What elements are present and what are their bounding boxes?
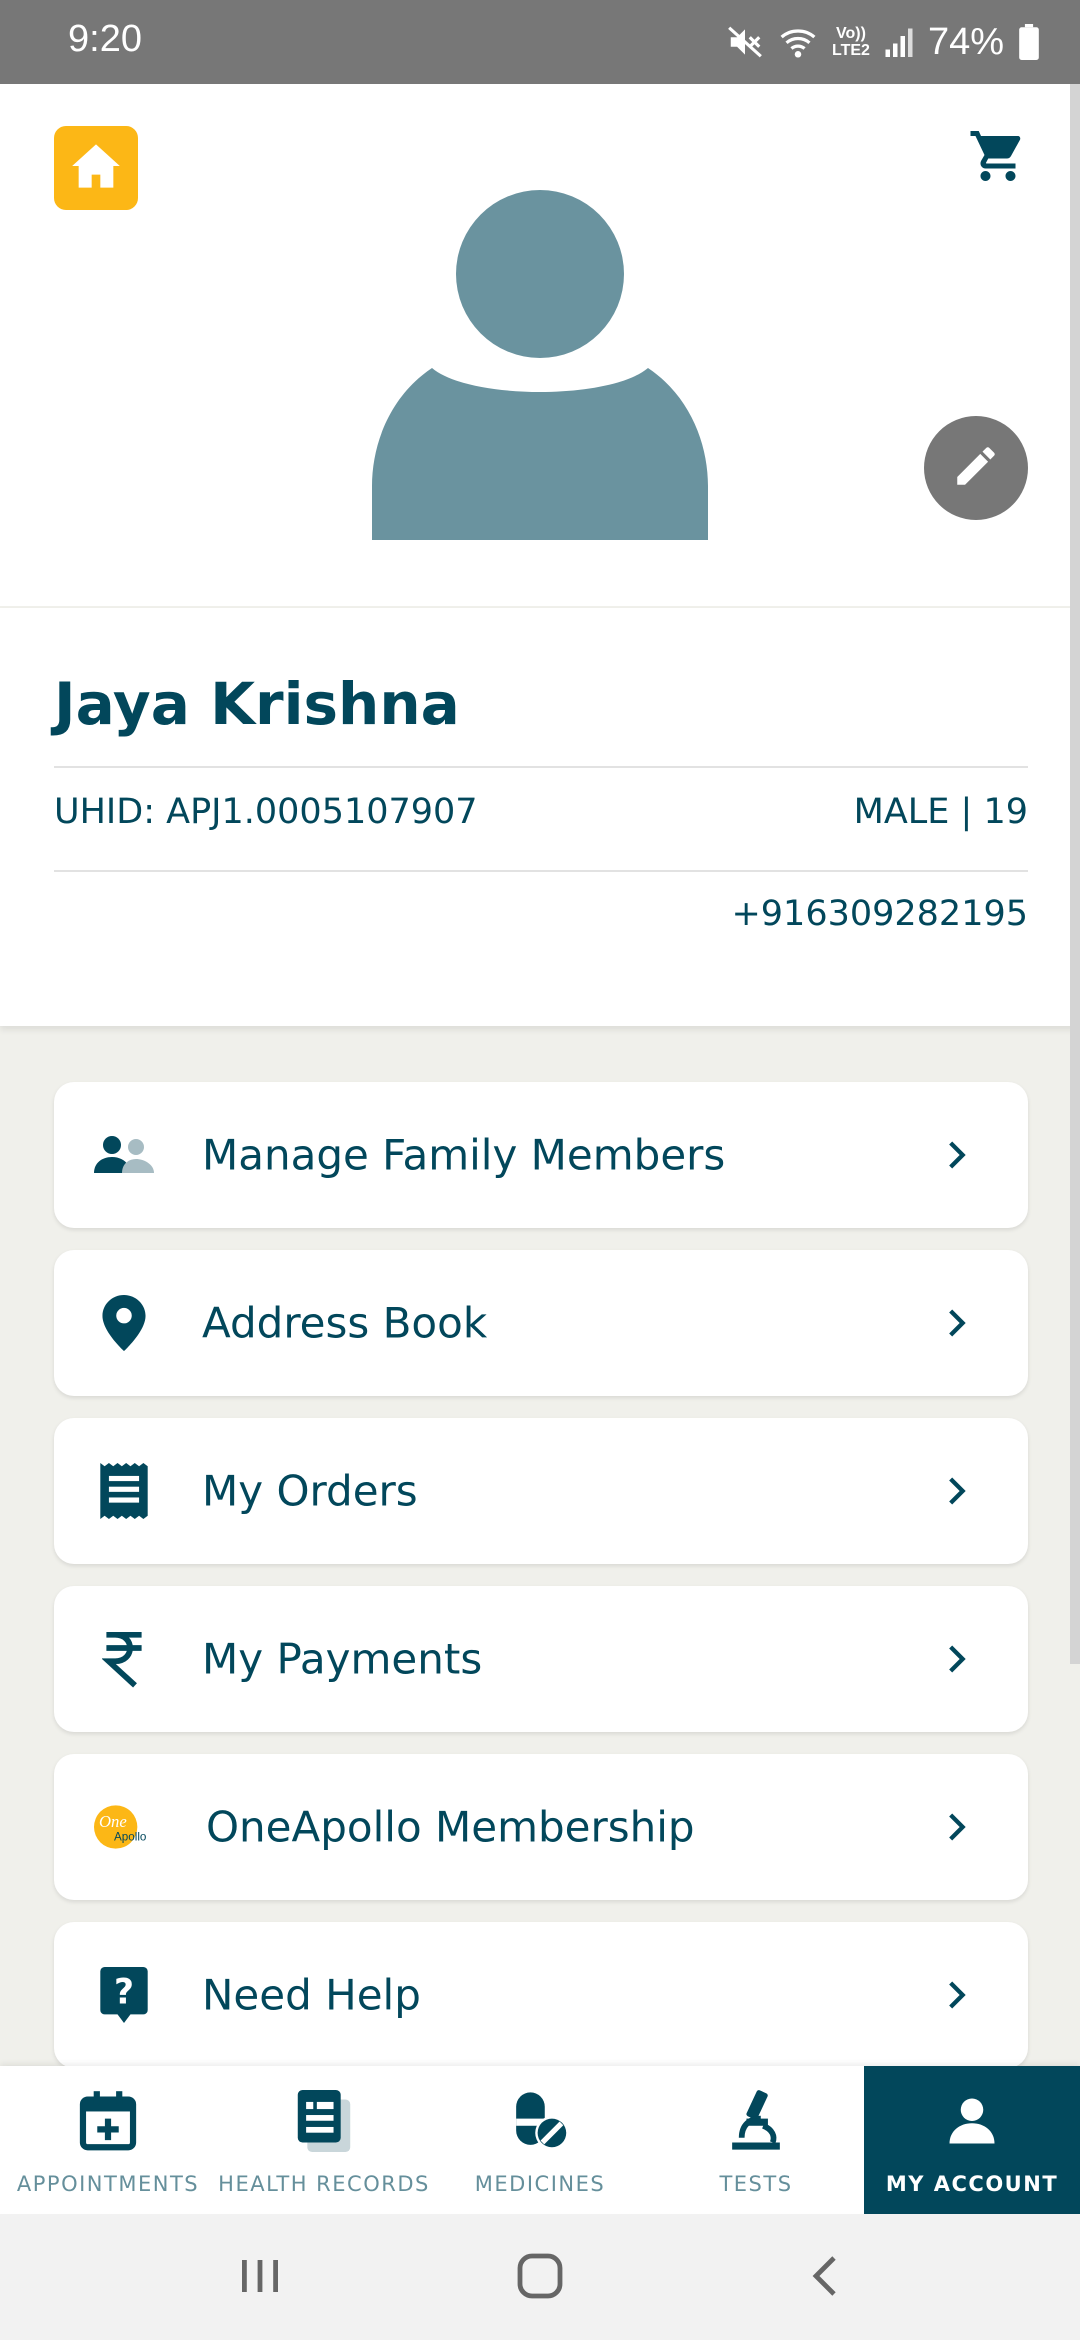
- recent-apps-button[interactable]: [238, 2254, 282, 2302]
- tab-tests[interactable]: TESTS: [648, 2066, 864, 2214]
- account-icon: [937, 2086, 1007, 2156]
- tab-label: HEALTH RECORDS: [218, 2172, 430, 2196]
- scrollbar[interactable]: [1070, 84, 1080, 1664]
- tab-my-account[interactable]: MY ACCOUNT: [864, 2066, 1080, 2214]
- home-button[interactable]: [54, 126, 138, 210]
- account-menu: Manage Family Members Address Book My Or…: [54, 1082, 1028, 2090]
- menu-item-label: My Orders: [202, 1466, 418, 1516]
- battery-icon: [1018, 24, 1040, 60]
- chevron-right-icon: [949, 1645, 966, 1673]
- menu-item-label: OneApollo Membership: [206, 1802, 695, 1852]
- chevron-right-icon: [949, 1141, 966, 1169]
- network-label-top: Vo)): [836, 25, 866, 42]
- menu-item-my-orders[interactable]: My Orders: [54, 1418, 1028, 1564]
- oneapollo-logo-text-bottom: Apollo: [114, 1830, 146, 1843]
- chevron-right-icon: [949, 1813, 966, 1841]
- uhid: UHID: APJ1.0005107907: [54, 792, 478, 832]
- cart-button[interactable]: [962, 122, 1034, 194]
- microscope-icon: [721, 2086, 791, 2156]
- chevron-right-icon: [949, 1981, 966, 2009]
- status-bar: 9:20 Vo)) LTE2 74%: [0, 0, 1080, 84]
- divider: [54, 870, 1028, 872]
- menu-item-manage-family[interactable]: Manage Family Members: [54, 1082, 1028, 1228]
- network-label: Vo)) LTE2: [832, 25, 870, 59]
- signal-icon: [884, 25, 914, 59]
- oneapollo-logo-icon: One Apollo: [94, 1797, 154, 1857]
- oneapollo-logo-text-top: One: [99, 1812, 127, 1831]
- wifi-icon: [778, 24, 818, 60]
- medicines-icon: [505, 2086, 575, 2156]
- chevron-right-icon: [949, 1477, 966, 1505]
- profile-info-card: Jaya Krishna UHID: APJ1.0005107907 MALE …: [0, 608, 1080, 1026]
- tab-label: MEDICINES: [474, 2172, 606, 2196]
- menu-item-label: Need Help: [202, 1970, 421, 2020]
- phone-number: +916309282195: [731, 894, 1028, 934]
- edit-profile-button[interactable]: [924, 416, 1028, 520]
- divider: [54, 766, 1028, 768]
- tab-medicines[interactable]: MEDICINES: [432, 2066, 648, 2214]
- menu-item-label: Manage Family Members: [202, 1130, 726, 1180]
- menu-item-my-payments[interactable]: My Payments: [54, 1586, 1028, 1732]
- status-time: 9:20: [68, 18, 142, 60]
- tab-appointments[interactable]: APPOINTMENTS: [0, 2066, 216, 2214]
- receipt-icon: [94, 1461, 154, 1521]
- chevron-right-icon: [949, 1309, 966, 1337]
- cart-icon: [968, 126, 1028, 190]
- pencil-icon: [951, 441, 1001, 495]
- gender-age: MALE | 19: [853, 792, 1028, 832]
- health-records-icon: [289, 2086, 359, 2156]
- home-icon: [70, 142, 122, 194]
- mute-icon: [726, 23, 764, 61]
- tab-label: APPOINTMENTS: [16, 2172, 200, 2196]
- bottom-navigation: APPOINTMENTS HEALTH RECORDS MEDICINES TE…: [0, 2066, 1080, 2214]
- avatar: [370, 186, 710, 546]
- menu-item-label: My Payments: [202, 1634, 483, 1684]
- menu-item-need-help[interactable]: ? Need Help: [54, 1922, 1028, 2068]
- svg-text:?: ?: [114, 1973, 134, 2013]
- menu-item-oneapollo[interactable]: One Apollo OneApollo Membership: [54, 1754, 1028, 1900]
- family-icon: [94, 1125, 154, 1185]
- rupee-icon: [94, 1629, 154, 1689]
- tab-label: TESTS: [719, 2172, 793, 2196]
- battery-percent: 74%: [927, 20, 1004, 63]
- help-icon: ?: [94, 1965, 154, 2025]
- system-navigation-bar: [0, 2214, 1080, 2340]
- tab-health-records[interactable]: HEALTH RECORDS: [216, 2066, 432, 2214]
- system-home-button[interactable]: [516, 2252, 564, 2304]
- menu-item-address-book[interactable]: Address Book: [54, 1250, 1028, 1396]
- tab-label: MY ACCOUNT: [885, 2172, 1059, 2196]
- location-pin-icon: [94, 1293, 154, 1353]
- network-label-bottom: LTE2: [832, 42, 870, 59]
- back-button[interactable]: [804, 2254, 848, 2302]
- status-icons: Vo)) LTE2 74%: [726, 14, 1040, 70]
- calendar-add-icon: [73, 2086, 143, 2156]
- user-name: Jaya Krishna: [54, 670, 460, 738]
- menu-item-label: Address Book: [202, 1298, 488, 1348]
